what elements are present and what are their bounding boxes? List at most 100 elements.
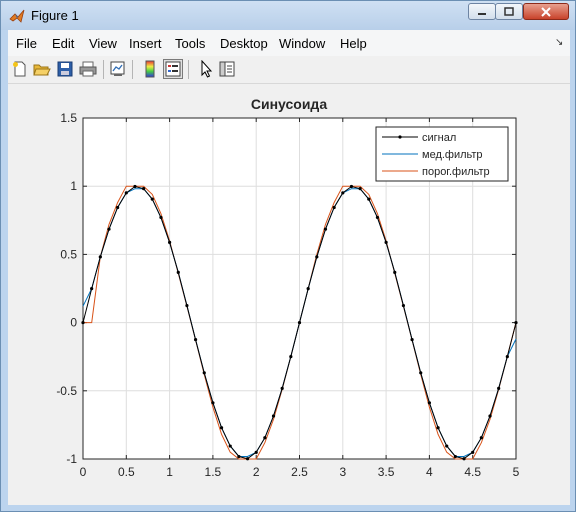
data-point bbox=[219, 426, 224, 430]
dock-arrow-icon[interactable]: ↘ bbox=[555, 37, 563, 48]
minimize-icon bbox=[478, 12, 486, 15]
data-point bbox=[358, 187, 362, 191]
data-point bbox=[254, 450, 258, 454]
figure-window: Figure 1 File Edit View Insert Tools Des… bbox=[0, 0, 576, 512]
data-point bbox=[237, 454, 241, 459]
data-point bbox=[133, 184, 137, 189]
menu-window[interactable]: Window bbox=[279, 36, 325, 51]
data-point bbox=[341, 191, 345, 195]
matlab-logo-icon bbox=[9, 9, 25, 23]
y-tick-label: -0.5 bbox=[56, 384, 77, 398]
minimize-button[interactable] bbox=[468, 3, 496, 20]
data-point bbox=[159, 215, 163, 220]
y-tick-label: -1 bbox=[66, 452, 77, 466]
data-point bbox=[471, 450, 475, 454]
y-tick-label: 0 bbox=[70, 316, 77, 330]
data-point bbox=[116, 205, 120, 210]
figure-toolbar bbox=[8, 56, 570, 84]
data-point bbox=[384, 240, 388, 244]
x-tick-label: 3.5 bbox=[378, 465, 395, 479]
data-point bbox=[453, 454, 457, 459]
link-plot-icon bbox=[110, 61, 125, 76]
data-point bbox=[193, 338, 198, 342]
open-file-button[interactable] bbox=[32, 59, 52, 79]
menu-tools[interactable]: Tools bbox=[175, 36, 205, 51]
x-tick-label: 4.5 bbox=[464, 465, 481, 479]
data-point bbox=[271, 414, 276, 418]
menu-help[interactable]: Help bbox=[340, 36, 367, 51]
legend-label: порог.фильтр bbox=[422, 166, 490, 178]
edit-plot-button[interactable] bbox=[196, 59, 216, 79]
menu-insert[interactable]: Insert bbox=[129, 36, 162, 51]
insert-legend-icon bbox=[165, 61, 181, 77]
y-tick-label: 0.5 bbox=[60, 247, 77, 261]
menu-edit[interactable]: Edit bbox=[52, 36, 74, 51]
data-point bbox=[479, 436, 483, 440]
data-point bbox=[367, 197, 371, 201]
data-point bbox=[263, 436, 267, 440]
plot-svg: 0 0.5 1 1.5 2 2.5 3 3.5 4 4.5 5 -1 -0.5 0 0.5 1 1.5 сигна… bbox=[56, 111, 520, 479]
window-title: Figure 1 bbox=[31, 8, 79, 23]
menu-view[interactable]: View bbox=[89, 36, 117, 51]
data-point bbox=[202, 371, 206, 375]
print-button[interactable] bbox=[78, 59, 98, 79]
data-point bbox=[289, 354, 293, 359]
data-point bbox=[150, 197, 154, 201]
x-tick-label: 0 bbox=[80, 465, 87, 479]
data-point bbox=[306, 287, 310, 291]
open-file-icon bbox=[33, 64, 51, 76]
x-tick-label: 2.5 bbox=[291, 465, 308, 479]
data-point bbox=[90, 287, 94, 291]
data-point bbox=[375, 215, 380, 220]
x-tick-label: 1.5 bbox=[205, 465, 222, 479]
x-tick-label: 2 bbox=[253, 465, 260, 479]
insert-colorbar-icon bbox=[145, 60, 155, 78]
x-tick-label: 5 bbox=[513, 465, 520, 479]
data-point bbox=[107, 227, 111, 231]
data-point bbox=[445, 444, 449, 448]
insert-legend-button[interactable] bbox=[163, 59, 183, 79]
save-icon bbox=[57, 61, 73, 77]
toolbar-separator bbox=[103, 60, 104, 79]
window-client-area: File Edit View Insert Tools Desktop Wind… bbox=[8, 30, 570, 505]
close-button[interactable] bbox=[523, 3, 569, 20]
data-point bbox=[349, 184, 354, 189]
edit-plot-icon bbox=[201, 60, 213, 78]
x-tick-label: 0.5 bbox=[118, 465, 135, 479]
data-point bbox=[488, 414, 492, 418]
x-tick-label: 1 bbox=[166, 465, 173, 479]
close-icon bbox=[541, 6, 551, 17]
legend-label: мед.фильтр bbox=[422, 149, 483, 161]
data-point bbox=[505, 354, 509, 359]
data-point bbox=[514, 321, 518, 325]
save-button[interactable] bbox=[55, 59, 75, 79]
data-point bbox=[176, 270, 180, 275]
menu-bar: File Edit View Insert Tools Desktop Wind… bbox=[8, 30, 570, 56]
data-point bbox=[315, 255, 319, 259]
figure-canvas: Синусоида 0 0.5 1 1.5 2 2.5 3 3.5 4 4.5 5 -1 -0.5 0 0.… bbox=[8, 84, 570, 505]
link-plot-button[interactable] bbox=[108, 59, 128, 79]
data-point bbox=[245, 457, 250, 461]
menu-file[interactable]: File bbox=[16, 36, 37, 51]
data-point bbox=[185, 303, 189, 308]
data-point bbox=[419, 371, 423, 375]
data-point bbox=[427, 401, 431, 405]
new-figure-icon bbox=[13, 61, 26, 77]
legend-marker bbox=[398, 135, 402, 139]
property-inspector-button[interactable] bbox=[217, 59, 237, 79]
insert-colorbar-button[interactable] bbox=[140, 59, 160, 79]
data-point bbox=[297, 321, 302, 325]
y-tick-label: 1 bbox=[70, 179, 77, 193]
x-tick-label: 4 bbox=[426, 465, 433, 479]
maximize-icon bbox=[504, 7, 514, 16]
data-point bbox=[497, 386, 501, 390]
maximize-button[interactable] bbox=[495, 3, 523, 20]
title-bar[interactable]: Figure 1 bbox=[1, 1, 575, 30]
property-inspector-icon bbox=[219, 61, 235, 77]
data-point bbox=[98, 255, 102, 259]
data-point bbox=[280, 386, 284, 390]
y-tick-label: 1.5 bbox=[60, 111, 77, 125]
menu-desktop[interactable]: Desktop bbox=[220, 36, 268, 51]
new-figure-button[interactable] bbox=[10, 59, 30, 79]
data-point bbox=[410, 338, 414, 342]
